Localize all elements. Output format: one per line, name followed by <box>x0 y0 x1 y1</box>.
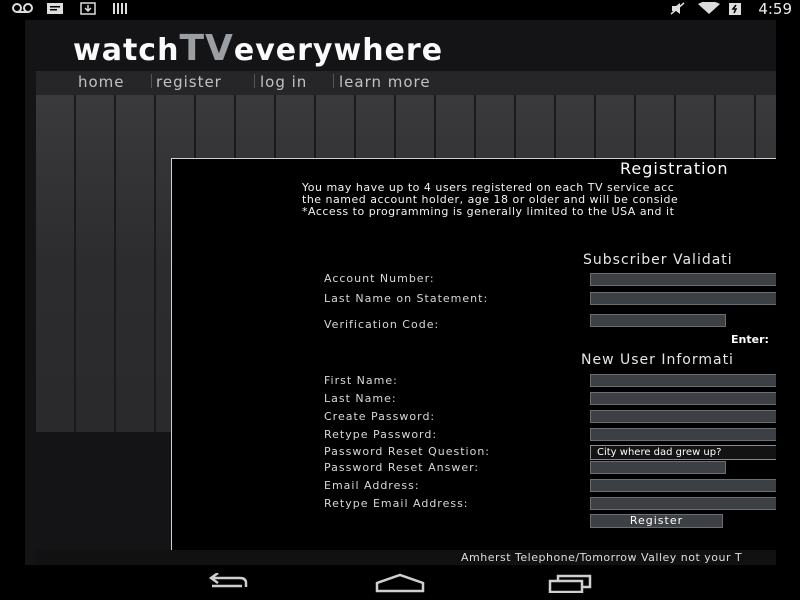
intro-line-3: *Access to programming is generally limi… <box>302 205 675 218</box>
retype-email-label: Retype Email Address: <box>324 497 469 510</box>
home-icon[interactable] <box>375 573 425 593</box>
voicemail-icon <box>12 3 33 13</box>
first-name-field[interactable] <box>590 374 776 387</box>
nav-register-link[interactable]: register <box>156 73 222 91</box>
email-field[interactable] <box>590 479 776 492</box>
logo-everywhere: everywhere <box>233 33 444 68</box>
logo-watch: watch <box>73 33 180 68</box>
create-password-label: Create Password: <box>324 410 436 423</box>
system-navigation-bar <box>0 565 800 600</box>
last-name-statement-label: Last Name on Statement: <box>324 292 489 305</box>
status-bar: 4:59 <box>0 0 800 18</box>
status-time: 4:59 <box>758 0 792 18</box>
battery-icon <box>729 3 741 15</box>
mute-icon <box>670 2 685 15</box>
reset-question-label: Password Reset Question: <box>324 445 491 458</box>
wifi-icon <box>698 2 720 14</box>
verification-code-label: Verification Code: <box>324 318 440 331</box>
registration-title: Registration <box>620 159 729 178</box>
web-page: watchTVeverywhere home register log in l… <box>25 20 776 565</box>
nav-learn-more-link[interactable]: learn more <box>339 73 431 91</box>
site-nav: home register log in learn more <box>36 71 776 95</box>
nav-separator <box>333 74 334 88</box>
footer-text: Amherst Telephone/Tomorrow Valley not yo… <box>461 551 743 564</box>
last-name-field[interactable] <box>590 392 776 405</box>
download-icon <box>80 2 96 15</box>
registration-panel: Registration You may have up to 4 users … <box>171 158 776 552</box>
nav-separator <box>151 74 152 88</box>
account-number-field[interactable] <box>590 273 776 286</box>
reset-answer-field[interactable] <box>590 461 726 474</box>
retype-password-field[interactable] <box>590 428 776 441</box>
first-name-label: First Name: <box>324 374 398 387</box>
create-password-field[interactable] <box>590 410 776 423</box>
subscriber-validation-heading: Subscriber Validati <box>583 252 733 268</box>
account-number-label: Account Number: <box>324 272 435 285</box>
register-button[interactable]: Register <box>590 514 723 528</box>
reset-question-select[interactable]: City where dad grew up? <box>590 445 776 460</box>
verification-code-field[interactable] <box>590 314 726 327</box>
logo-tv: TV <box>179 28 234 69</box>
new-user-information-heading: New User Informati <box>581 352 734 368</box>
nav-home-link[interactable]: home <box>78 73 125 91</box>
site-logo[interactable]: watchTVeverywhere <box>73 31 444 68</box>
email-label: Email Address: <box>324 479 420 492</box>
nav-login-link[interactable]: log in <box>260 73 307 91</box>
enter-label: Enter: <box>731 333 769 346</box>
last-name-statement-field[interactable] <box>590 292 776 305</box>
barcode-icon <box>113 3 127 14</box>
back-icon[interactable] <box>206 573 252 593</box>
reset-answer-label: Password Reset Answer: <box>324 461 480 474</box>
recent-apps-icon[interactable] <box>548 573 592 593</box>
nav-separator <box>254 74 255 88</box>
footer: Amherst Telephone/Tomorrow Valley not yo… <box>36 550 776 565</box>
retype-email-field[interactable] <box>590 497 776 510</box>
chat-icon <box>47 3 63 14</box>
last-name-label: Last Name: <box>324 392 397 405</box>
retype-password-label: Retype Password: <box>324 428 438 441</box>
